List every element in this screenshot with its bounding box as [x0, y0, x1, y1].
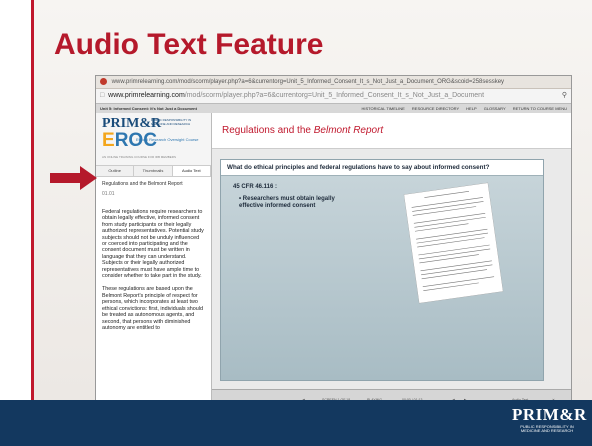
menu-return-to-course[interactable]: RETURN TO COURSE MENU — [513, 106, 567, 111]
menu-help[interactable]: HELP — [466, 106, 476, 111]
url-domain: www.primrelearning.com — [108, 92, 185, 99]
search-icon[interactable]: ⚲ — [562, 89, 567, 103]
question-text: What do ethical principles and federal r… — [221, 160, 543, 176]
footer-bar — [0, 400, 592, 446]
address-bar[interactable]: □ www.primrelearning.com/mod/scorm/playe… — [96, 89, 571, 104]
tab-outline[interactable]: Outline — [96, 166, 135, 176]
menu-resource-directory[interactable]: RESOURCE DIRECTORY — [412, 106, 459, 111]
lesson-code: 01.01 — [102, 191, 115, 197]
menu-historical-timeline[interactable]: HISTORICAL TIMELINE — [362, 106, 405, 111]
sidebar-tabs: Outline Thumbnails Audio Text — [96, 166, 211, 177]
footer-logo-subtitle: PUBLIC RESPONSIBILITY IN MEDICINE AND RE… — [520, 424, 574, 433]
tab-thumbnails[interactable]: Thumbnails — [134, 166, 173, 176]
footer-logo-text: PRIM&R — [512, 405, 587, 424]
lesson-main: Regulations and the Belmont Report What … — [212, 113, 571, 409]
transcript-paragraph: Federal regulations require researchers … — [102, 209, 204, 280]
browser-title-bar: www.primrelearning.com/mod/scorm/player.… — [96, 76, 571, 89]
logo-tagline: AN ONLINE TRAINING COURSE FOR IRB MEMBER… — [102, 155, 176, 159]
url-path: /mod/scorm/player.php?a=6&currentorg=Uni… — [184, 92, 485, 99]
browser-screenshot: www.primrelearning.com/mod/scorm/player.… — [95, 75, 572, 410]
page-icon: □ — [100, 92, 107, 99]
browser-favicon-icon — [100, 77, 107, 85]
slide-title: Audio Text Feature — [54, 28, 324, 61]
lesson-header: Regulations and the Belmont Report — [212, 113, 571, 149]
lesson-header-title: Regulations and the Belmont Report — [222, 125, 384, 136]
tab-audio-text[interactable]: Audio Text — [172, 166, 211, 176]
transcript-paragraph: These regulations are based upon the Bel… — [102, 286, 203, 331]
menu-glossary[interactable]: GLOSSARY — [484, 106, 506, 111]
left-sidebar: PRIM&R PUBLIC RESPONSIBILITY IN MEDICINE… — [96, 113, 212, 409]
lesson-title: Regulations and the Belmont Report — [102, 181, 183, 187]
footer-logo: PRIM&R PUBLIC RESPONSIBILITY IN MEDICINE… — [512, 405, 587, 433]
audio-transcript: Federal regulations require researchers … — [96, 205, 211, 409]
course-logo: PRIM&R PUBLIC RESPONSIBILITY IN MEDICINE… — [96, 113, 211, 166]
bullet-point: • Researchers must obtain legally effect… — [239, 196, 335, 209]
content-panel: What do ethical principles and federal r… — [220, 159, 544, 381]
primer-logo-subtitle: PUBLIC RESPONSIBILITY IN MEDICINE AND RE… — [151, 118, 192, 126]
slide: Audio Text Feature www.primrelearning.co… — [0, 0, 592, 446]
window-title: www.primrelearning.com/mod/scorm/player.… — [111, 79, 505, 85]
document-image — [403, 182, 504, 304]
citation: 45 CFR 46.116 : — [233, 184, 278, 190]
eroc-subtitle: Ethical Research Oversight Course — [136, 137, 199, 142]
pointer-arrow-icon — [50, 166, 97, 190]
course-title: Unit 5: Informed Consent: It's Not Just … — [100, 106, 197, 111]
